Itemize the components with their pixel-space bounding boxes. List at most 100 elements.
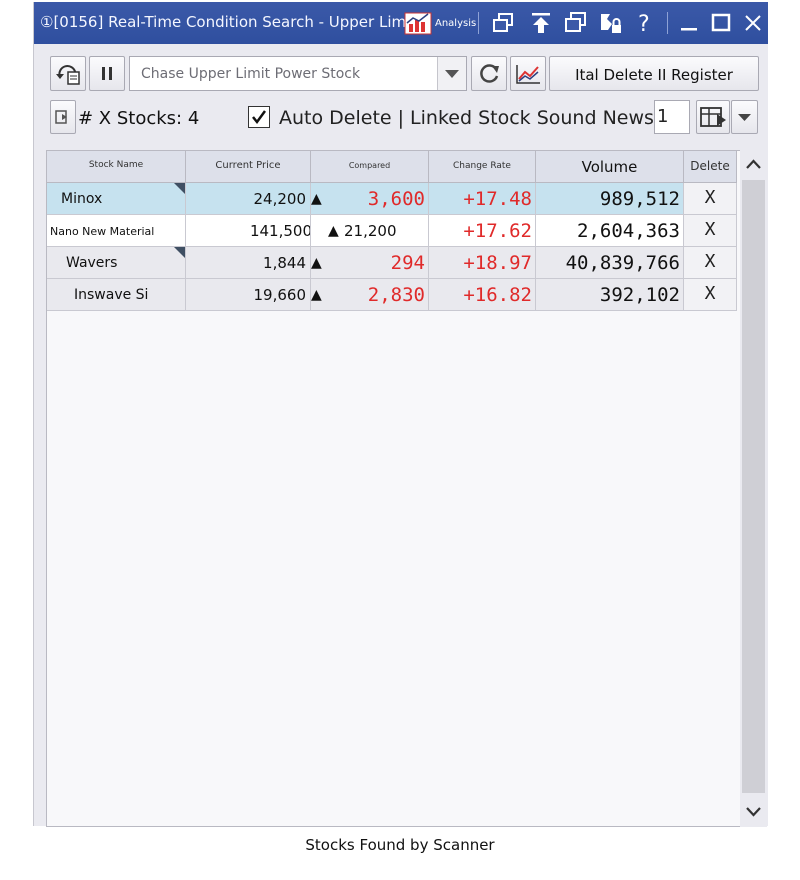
pause-button[interactable]: [89, 56, 125, 91]
header-current-price-label: Current Price: [215, 160, 281, 171]
stock-name: Minox: [61, 191, 103, 207]
chevron-down-icon[interactable]: [437, 57, 466, 90]
vertical-scrollbar[interactable]: [740, 150, 767, 827]
help-icon[interactable]: ?: [632, 10, 658, 37]
delete-label: X: [704, 219, 716, 240]
figure-caption: Stocks Found by Scanner: [305, 836, 495, 854]
send-icon: [55, 110, 67, 124]
table-row[interactable]: Inswave Si 19,660 ▲ 2,830 +16.82 392,102…: [47, 279, 737, 311]
divider: [478, 12, 479, 34]
change-rate: +17.48: [463, 188, 532, 210]
header-volume[interactable]: Volume: [536, 151, 684, 183]
delete-row-button[interactable]: X: [684, 279, 737, 311]
rate-cell: +16.82: [429, 279, 536, 311]
refresh-icon: [480, 64, 499, 83]
lock-settings-icon[interactable]: [598, 10, 624, 36]
header-volume-label: Volume: [581, 158, 638, 176]
stock-name-cell[interactable]: Inswave Si: [47, 279, 186, 311]
stock-name-cell[interactable]: Minox: [47, 183, 186, 215]
delete-row-button[interactable]: X: [684, 247, 737, 279]
table-row[interactable]: Wavers 1,844 ▲ 294 +18.97 40,839,766 X: [47, 247, 737, 279]
restore-windows-icon[interactable]: [563, 10, 589, 36]
scroll-up-icon[interactable]: [740, 150, 767, 180]
scroll-down-icon[interactable]: [740, 797, 767, 827]
volume: 2,604,363: [577, 220, 680, 242]
current-price: 24,200: [253, 190, 307, 208]
stock-name-cell[interactable]: Nano New Material: [47, 215, 186, 247]
flag-marker-icon: [174, 247, 185, 258]
auto-delete-checkbox[interactable]: [248, 106, 270, 128]
send-stock-button[interactable]: [50, 100, 76, 134]
up-arrow-icon: ▲: [311, 255, 322, 271]
delete-row-button[interactable]: X: [684, 215, 737, 247]
current-price: 141,500: [249, 222, 311, 240]
stock-name: Wavers: [66, 255, 118, 271]
pin-top-icon[interactable]: [528, 10, 554, 36]
rate-cell: +17.48: [429, 183, 536, 215]
volume: 989,512: [599, 188, 680, 210]
chevron-down-icon: [738, 114, 751, 121]
condition-manager-button[interactable]: [50, 56, 86, 91]
price-cell: 141,500: [186, 215, 311, 247]
header-compared[interactable]: Compared: [311, 151, 429, 183]
layout-button[interactable]: [696, 100, 730, 134]
header-current-price[interactable]: Current Price: [186, 151, 311, 183]
delete-register-label: Ital Delete II Register: [575, 66, 733, 84]
delete-label: X: [704, 187, 716, 208]
current-price: 1,844: [263, 254, 306, 272]
title-bar[interactable]: ①[0156] Real-Time Condition Search - Upp…: [34, 2, 768, 44]
close-icon[interactable]: [740, 10, 766, 36]
window-title: ①[0156] Real-Time Condition Search - Upp…: [40, 13, 417, 31]
volume-cell: 392,102: [536, 279, 684, 311]
flag-marker-icon: [174, 183, 185, 194]
compared-cell: ▲ 2,830: [311, 279, 429, 311]
refresh-document-icon: [56, 65, 80, 85]
change-rate: +16.82: [463, 284, 532, 306]
price-cell: 1,844: [186, 247, 311, 279]
compared-value: 2,830: [367, 284, 425, 306]
svg-text:?: ?: [638, 12, 650, 36]
table-row[interactable]: Nano New Material 141,500 ▲ 21,200 +17.6…: [47, 215, 737, 247]
delete-row-button[interactable]: X: [684, 183, 737, 215]
volume: 392,102: [599, 284, 680, 306]
chart-button[interactable]: [510, 56, 546, 91]
scrollbar-thumb[interactable]: [742, 180, 765, 793]
refresh-button[interactable]: [471, 56, 507, 91]
news-number-value: 1: [657, 106, 669, 127]
table-row[interactable]: Minox 24,200 ▲ 3,600 +17.48 989,512 X: [47, 183, 737, 215]
news-number-field[interactable]: 1: [654, 100, 690, 134]
header-stock-name[interactable]: Stock Name: [47, 151, 186, 183]
delete-label: X: [704, 283, 716, 304]
compared-cell: ▲ 294: [311, 247, 429, 279]
divider: [667, 12, 668, 34]
results-table: Stock Name Current Price Compared Change…: [46, 150, 742, 827]
minimize-icon[interactable]: [676, 10, 702, 36]
stock-name-cell[interactable]: Wavers: [47, 247, 186, 279]
compared-value: 3,600: [367, 188, 425, 210]
layout-dropdown-button[interactable]: [731, 100, 758, 134]
pause-icon: [102, 67, 112, 80]
bar-chart-icon: [404, 12, 432, 35]
compared-cell: ▲ 21,200: [311, 215, 429, 247]
auto-delete-label: Auto Delete | Linked Stock Sound News: [279, 107, 654, 129]
compared-cell: ▲ 3,600: [311, 183, 429, 215]
condition-select[interactable]: Chase Upper Limit Power Stock: [129, 56, 467, 91]
header-delete[interactable]: Delete: [684, 151, 737, 183]
cascade-windows-icon[interactable]: [490, 10, 516, 36]
maximize-icon[interactable]: [708, 10, 734, 36]
compared-value: 21,200: [344, 222, 397, 240]
up-arrow-icon: ▲: [311, 287, 322, 303]
delete-register-button[interactable]: Ital Delete II Register: [549, 56, 759, 91]
change-rate: +18.97: [463, 252, 532, 274]
price-cell: 24,200: [186, 183, 311, 215]
analysis-button[interactable]: Analysis: [404, 10, 476, 36]
rate-cell: +18.97: [429, 247, 536, 279]
header-change-rate[interactable]: Change Rate: [429, 151, 536, 183]
volume-cell: 40,839,766: [536, 247, 684, 279]
delete-label: X: [704, 251, 716, 272]
condition-select-value: Chase Upper Limit Power Stock: [141, 66, 361, 82]
volume-cell: 989,512: [536, 183, 684, 215]
volume: 40,839,766: [565, 252, 680, 274]
price-cell: 19,660: [186, 279, 311, 311]
grid-layout-icon: [700, 107, 726, 127]
